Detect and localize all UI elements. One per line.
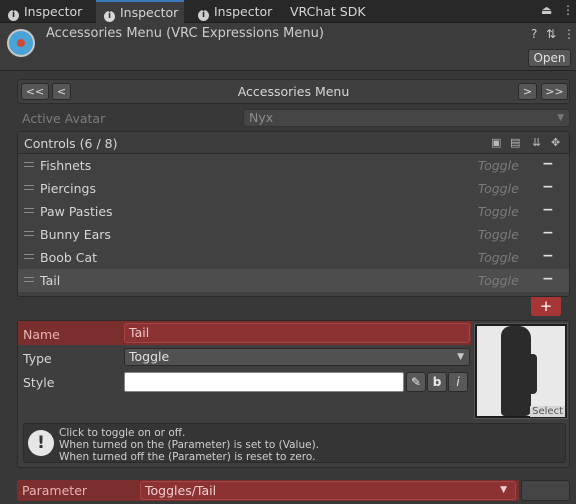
tab-vrchat-sdk[interactable]: VRChat SDK (282, 2, 378, 23)
silhouette-shape (523, 354, 537, 394)
drag-handle-icon[interactable] (24, 208, 34, 213)
control-name: Boob Cat (40, 250, 98, 265)
tab-label: VRChat SDK (290, 4, 366, 19)
list-item[interactable]: Paw Pasties Toggle − (18, 200, 569, 223)
tab-inspector-1[interactable]: i Inspector (0, 2, 94, 23)
info-icon: i (8, 10, 19, 21)
info-icon: i (198, 10, 209, 21)
name-field[interactable]: Tail (124, 323, 470, 343)
info-icon: i (104, 11, 115, 22)
italic-button[interactable]: i (448, 372, 468, 392)
chevron-down-icon: ▼ (557, 113, 564, 123)
tab-label: Inspector (24, 4, 83, 19)
remove-control-button[interactable]: − (542, 202, 554, 218)
help-icon[interactable]: ? (531, 27, 537, 41)
help-line: When turned on the (Parameter) is set to… (59, 439, 320, 451)
drag-handle-icon[interactable] (24, 254, 34, 259)
help-line: Click to toggle on or off. (59, 427, 186, 439)
controls-header: Controls (6 / 8) ▣ ▤ ⇊ ✥ (18, 132, 569, 154)
type-dropdown[interactable]: Toggle ▼ (124, 348, 470, 366)
list-item[interactable]: Boob Cat Toggle − (18, 246, 569, 269)
chevron-down-icon: ▼ (457, 352, 464, 362)
asset-title: Accessories Menu (VRC Expressions Menu) (46, 26, 324, 41)
control-name: Piercings (40, 181, 97, 196)
control-type: Toggle (478, 273, 519, 288)
control-name: Paw Pasties (40, 204, 113, 219)
menu-title: Accessories Menu (237, 84, 350, 99)
expressions-menu-icon (7, 29, 35, 57)
drag-handle-icon[interactable] (24, 277, 34, 282)
remove-control-button[interactable]: − (542, 271, 554, 287)
copy-icon[interactable]: ▣ (491, 136, 501, 149)
menu-navigator: Accessories Menu << < > >> (17, 79, 570, 104)
more-options-icon[interactable]: ⋮ (563, 27, 575, 41)
control-name: Fishnets (40, 158, 92, 173)
control-name: Tail (40, 273, 61, 288)
style-label: Style (23, 375, 55, 390)
drag-handle-icon[interactable] (24, 231, 34, 236)
select-icon-button[interactable]: Select (530, 406, 565, 417)
control-type: Toggle (478, 227, 519, 242)
parameter-value: Toggles/Tail (145, 483, 217, 498)
control-type: Toggle (478, 158, 519, 173)
remove-control-button[interactable]: − (542, 179, 554, 195)
list-item[interactable]: Bunny Ears Toggle − (18, 223, 569, 246)
tab-label: Inspector (120, 5, 179, 20)
settings-sliders-icon[interactable]: ⇅ (546, 27, 556, 41)
style-color-field[interactable] (124, 372, 404, 392)
remove-control-button[interactable]: − (542, 156, 554, 172)
move-icon[interactable]: ✥ (551, 136, 560, 149)
controls-list: Controls (6 / 8) ▣ ▤ ⇊ ✥ Fishnets Toggle… (17, 131, 570, 297)
clipboard-icon[interactable]: ▤ (510, 136, 520, 149)
active-avatar-value: Nyx (249, 110, 274, 125)
remove-control-button[interactable]: − (542, 225, 554, 241)
last-menu-button[interactable]: >> (541, 83, 568, 100)
parameter-row: Parameter Toggles/Tail ▼ (17, 480, 570, 501)
active-avatar-row: Active Avatar Nyx ▼ (17, 109, 570, 127)
parameter-value-field[interactable] (521, 480, 570, 501)
remove-control-button[interactable]: − (542, 248, 554, 264)
icon-preview[interactable]: Select (474, 323, 568, 419)
control-type: Toggle (478, 250, 519, 265)
open-button[interactable]: Open (528, 49, 571, 67)
drag-handle-icon[interactable] (24, 185, 34, 190)
lock-icon[interactable]: ⏏ (541, 3, 552, 17)
list-item-selected[interactable]: Tail Toggle − (18, 269, 569, 292)
tab-bar: i Inspector i Inspector i Inspector VRChat … (0, 0, 576, 23)
help-box: ! Click to toggle on or off. When turned… (23, 423, 566, 463)
eyedropper-icon[interactable]: ✎ (406, 372, 426, 392)
first-menu-button[interactable]: << (21, 83, 49, 100)
bold-button[interactable]: b (427, 372, 447, 392)
control-type: Toggle (478, 204, 519, 219)
active-avatar-label: Active Avatar (22, 111, 106, 126)
controls-count-label: Controls (6 / 8) (24, 136, 118, 151)
more-menu-icon[interactable]: ⋮ (562, 3, 574, 17)
control-name: Bunny Ears (40, 227, 111, 242)
drag-handle-icon[interactable] (24, 162, 34, 167)
warning-icon: ! (28, 430, 54, 456)
parameter-dropdown[interactable]: Toggles/Tail ▼ (140, 481, 516, 500)
active-avatar-field[interactable]: Nyx ▼ (243, 109, 570, 127)
inspector-header: Accessories Menu (VRC Expressions Menu) … (0, 23, 576, 71)
next-menu-button[interactable]: > (518, 83, 537, 100)
type-value: Toggle (129, 349, 170, 364)
chevron-down-icon: ▼ (500, 485, 507, 495)
parameter-label: Parameter (22, 483, 88, 498)
list-item[interactable]: Fishnets Toggle − (18, 154, 569, 177)
icon-preview-image (477, 326, 565, 416)
control-detail-panel: Name Tail Type Toggle ▼ Style ✎ b i Sele… (17, 320, 570, 468)
name-label: Name (23, 327, 60, 342)
tab-inspector-2[interactable]: i Inspector (96, 0, 184, 23)
help-line: When turned off the (Parameter) is reset… (59, 451, 316, 463)
tab-inspector-3[interactable]: i Inspector (190, 2, 278, 23)
control-type: Toggle (478, 181, 519, 196)
type-label: Type (23, 351, 52, 366)
add-control-button[interactable]: + (531, 297, 561, 316)
list-item[interactable]: Piercings Toggle − (18, 177, 569, 200)
sort-icon[interactable]: ⇊ (532, 136, 541, 149)
prev-menu-button[interactable]: < (52, 83, 71, 100)
name-row: Name Tail (18, 321, 471, 345)
tab-label: Inspector (214, 4, 273, 19)
